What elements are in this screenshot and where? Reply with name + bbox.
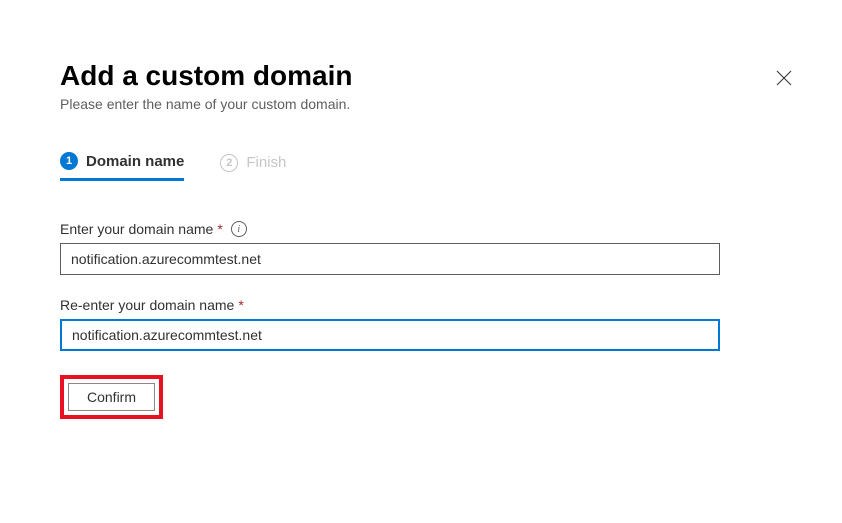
domain-name-input[interactable] (60, 243, 720, 275)
reenter-domain-input[interactable] (60, 319, 720, 351)
highlight-annotation: Confirm (60, 375, 163, 419)
domain-name-label: Enter your domain name * i (60, 221, 782, 237)
reenter-domain-label: Re-enter your domain name * (60, 297, 782, 313)
step-label: Domain name (86, 153, 184, 170)
required-indicator: * (217, 221, 222, 237)
confirm-button[interactable]: Confirm (68, 383, 155, 411)
step-number-icon: 2 (220, 154, 238, 172)
step-finish: 2 Finish (220, 152, 286, 181)
required-indicator: * (238, 297, 243, 313)
page-title: Add a custom domain (60, 60, 782, 92)
close-icon[interactable] (776, 70, 792, 91)
info-icon[interactable]: i (231, 221, 247, 237)
step-domain-name[interactable]: 1 Domain name (60, 152, 184, 181)
wizard-steps: 1 Domain name 2 Finish (60, 152, 782, 181)
step-number-icon: 1 (60, 152, 78, 170)
step-label: Finish (246, 154, 286, 171)
page-subtitle: Please enter the name of your custom dom… (60, 96, 782, 112)
